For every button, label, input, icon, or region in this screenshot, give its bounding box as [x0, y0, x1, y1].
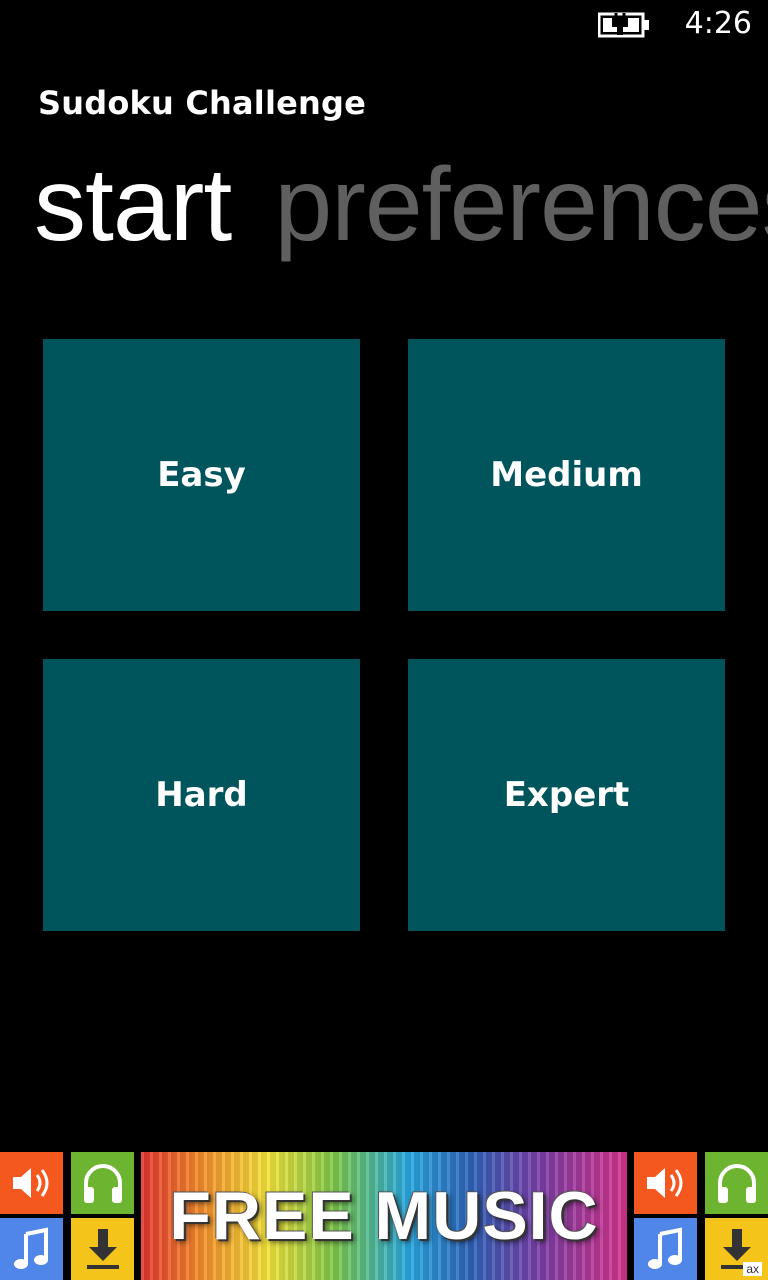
- medium-label: Medium: [490, 455, 643, 495]
- hard-label: Hard: [155, 775, 248, 815]
- hard-button[interactable]: Hard: [43, 659, 360, 931]
- music-note-icon: [634, 1218, 697, 1280]
- pivot-start[interactable]: start: [34, 140, 232, 270]
- status-bar: 4:26: [0, 0, 768, 50]
- download-icon: [71, 1218, 134, 1280]
- easy-label: Easy: [157, 455, 246, 495]
- speaker-icon: [0, 1152, 63, 1214]
- ad-banner[interactable]: FREE MUSIC ax: [0, 1152, 768, 1280]
- medium-button[interactable]: Medium: [408, 339, 725, 611]
- headphones-icon: [705, 1152, 768, 1214]
- app-title: Sudoku Challenge: [38, 84, 367, 122]
- easy-button[interactable]: Easy: [43, 339, 360, 611]
- expert-label: Expert: [503, 775, 630, 815]
- ad-text: FREE MUSIC: [169, 1178, 599, 1254]
- ad-banner-center[interactable]: FREE MUSIC: [141, 1152, 627, 1280]
- headphones-icon: [71, 1152, 134, 1214]
- music-note-icon: [0, 1218, 63, 1280]
- ad-badge: ax: [743, 1262, 762, 1276]
- battery-charging-icon: [598, 12, 649, 38]
- pivot-preferences[interactable]: preferences: [274, 140, 768, 270]
- pivot-header: start preferences: [34, 140, 768, 270]
- clock: 4:26: [684, 6, 752, 41]
- speaker-icon: [634, 1152, 697, 1214]
- expert-button[interactable]: Expert: [408, 659, 725, 931]
